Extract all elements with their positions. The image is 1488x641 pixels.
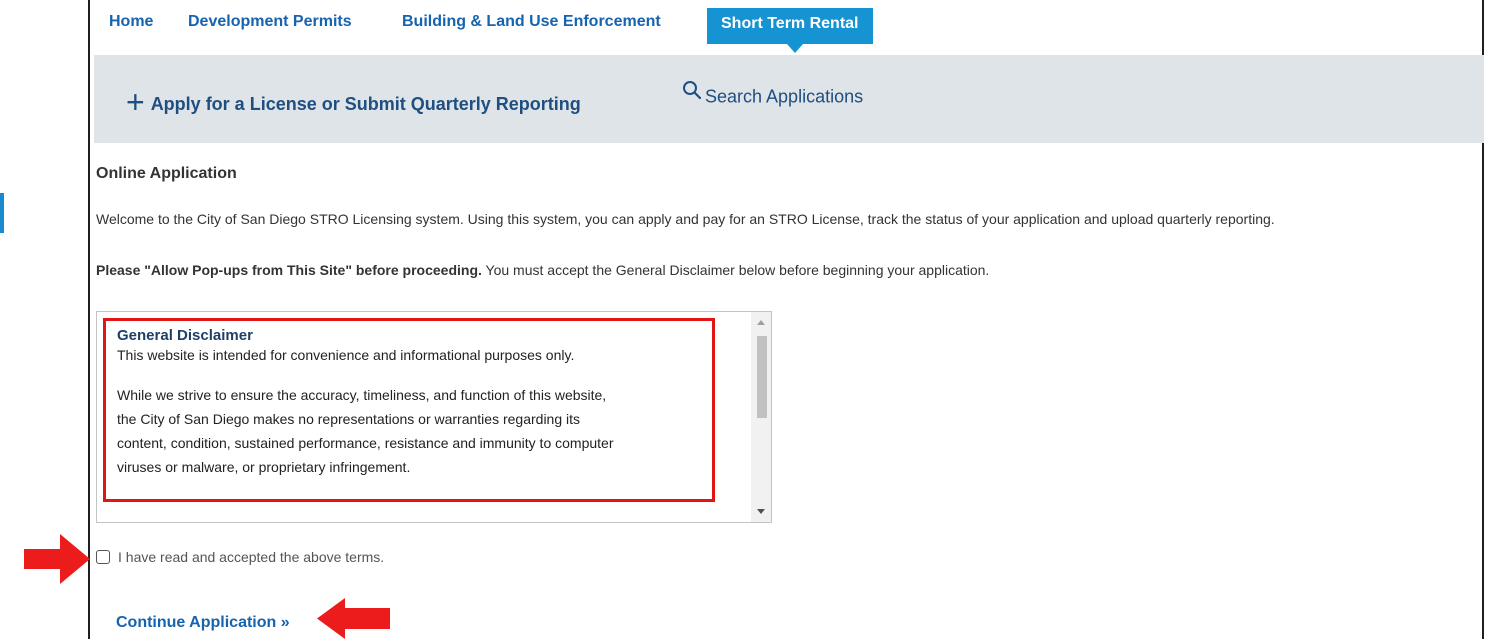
- tab-development-permits[interactable]: Development Permits: [188, 10, 352, 34]
- continue-application-link[interactable]: Continue Application »: [116, 614, 290, 632]
- terms-row: I have read and accepted the above terms…: [96, 547, 384, 567]
- disclaimer-line: While we strive to ensure the accuracy, …: [117, 387, 607, 403]
- disclaimer-scrollbar[interactable]: [751, 312, 771, 522]
- disclaimer-heading: General Disclaimer: [117, 327, 253, 344]
- popup-instructions: Please "Allow Pop-ups from This Site" be…: [96, 262, 989, 278]
- scroll-down-arrow-icon[interactable]: [757, 509, 765, 514]
- welcome-text: Welcome to the City of San Diego STRO Li…: [96, 211, 1275, 227]
- red-arrow-icon: [24, 534, 90, 584]
- disclaimer-paragraph-1: This website is intended for convenience…: [117, 347, 575, 363]
- popup-instructions-rest: You must accept the General Disclaimer b…: [481, 262, 990, 278]
- disclaimer-box[interactable]: General Disclaimer This website is inten…: [96, 311, 772, 523]
- action-bar: + Apply for a License or Submit Quarterly…: [94, 55, 1484, 143]
- disclaimer-line: viruses or malware, or proprietary infri…: [117, 459, 411, 475]
- disclaimer-line: the City of San Diego makes no represent…: [117, 411, 581, 427]
- apply-license-label: Apply for a License or Submit Quarterly …: [150, 94, 581, 114]
- disclaimer-line: content, condition, sustained performanc…: [117, 435, 614, 451]
- active-tab-caret: [787, 44, 803, 53]
- scroll-thumb[interactable]: [757, 336, 767, 418]
- tab-short-term-rental[interactable]: Short Term Rental: [707, 8, 873, 44]
- accept-terms-checkbox[interactable]: [96, 550, 110, 564]
- search-icon: [682, 80, 702, 105]
- plus-icon: +: [126, 84, 145, 120]
- disclaimer-paragraph-2: While we strive to ensure the accuracy, …: [117, 383, 712, 479]
- scroll-up-arrow-icon[interactable]: [757, 320, 765, 325]
- page-title: Online Application: [96, 165, 237, 182]
- tab-building-land-use-enforcement[interactable]: Building & Land Use Enforcement: [402, 10, 661, 34]
- red-arrow-icon: [317, 598, 390, 639]
- top-nav: Home Development Permits Building & Land…: [90, 0, 1484, 44]
- disclaimer-highlight: General Disclaimer This website is inten…: [103, 318, 715, 502]
- search-applications-link[interactable]: Search Applications: [682, 81, 864, 110]
- tab-home[interactable]: Home: [109, 10, 153, 34]
- apply-license-link[interactable]: + Apply for a License or Submit Quarterly…: [126, 81, 581, 120]
- popup-warning: Please "Allow Pop-ups from This Site" be…: [96, 262, 482, 278]
- left-edge-marker: [0, 193, 4, 233]
- search-applications-label: Search Applications: [705, 86, 864, 107]
- accept-terms-label[interactable]: I have read and accepted the above terms…: [118, 549, 384, 565]
